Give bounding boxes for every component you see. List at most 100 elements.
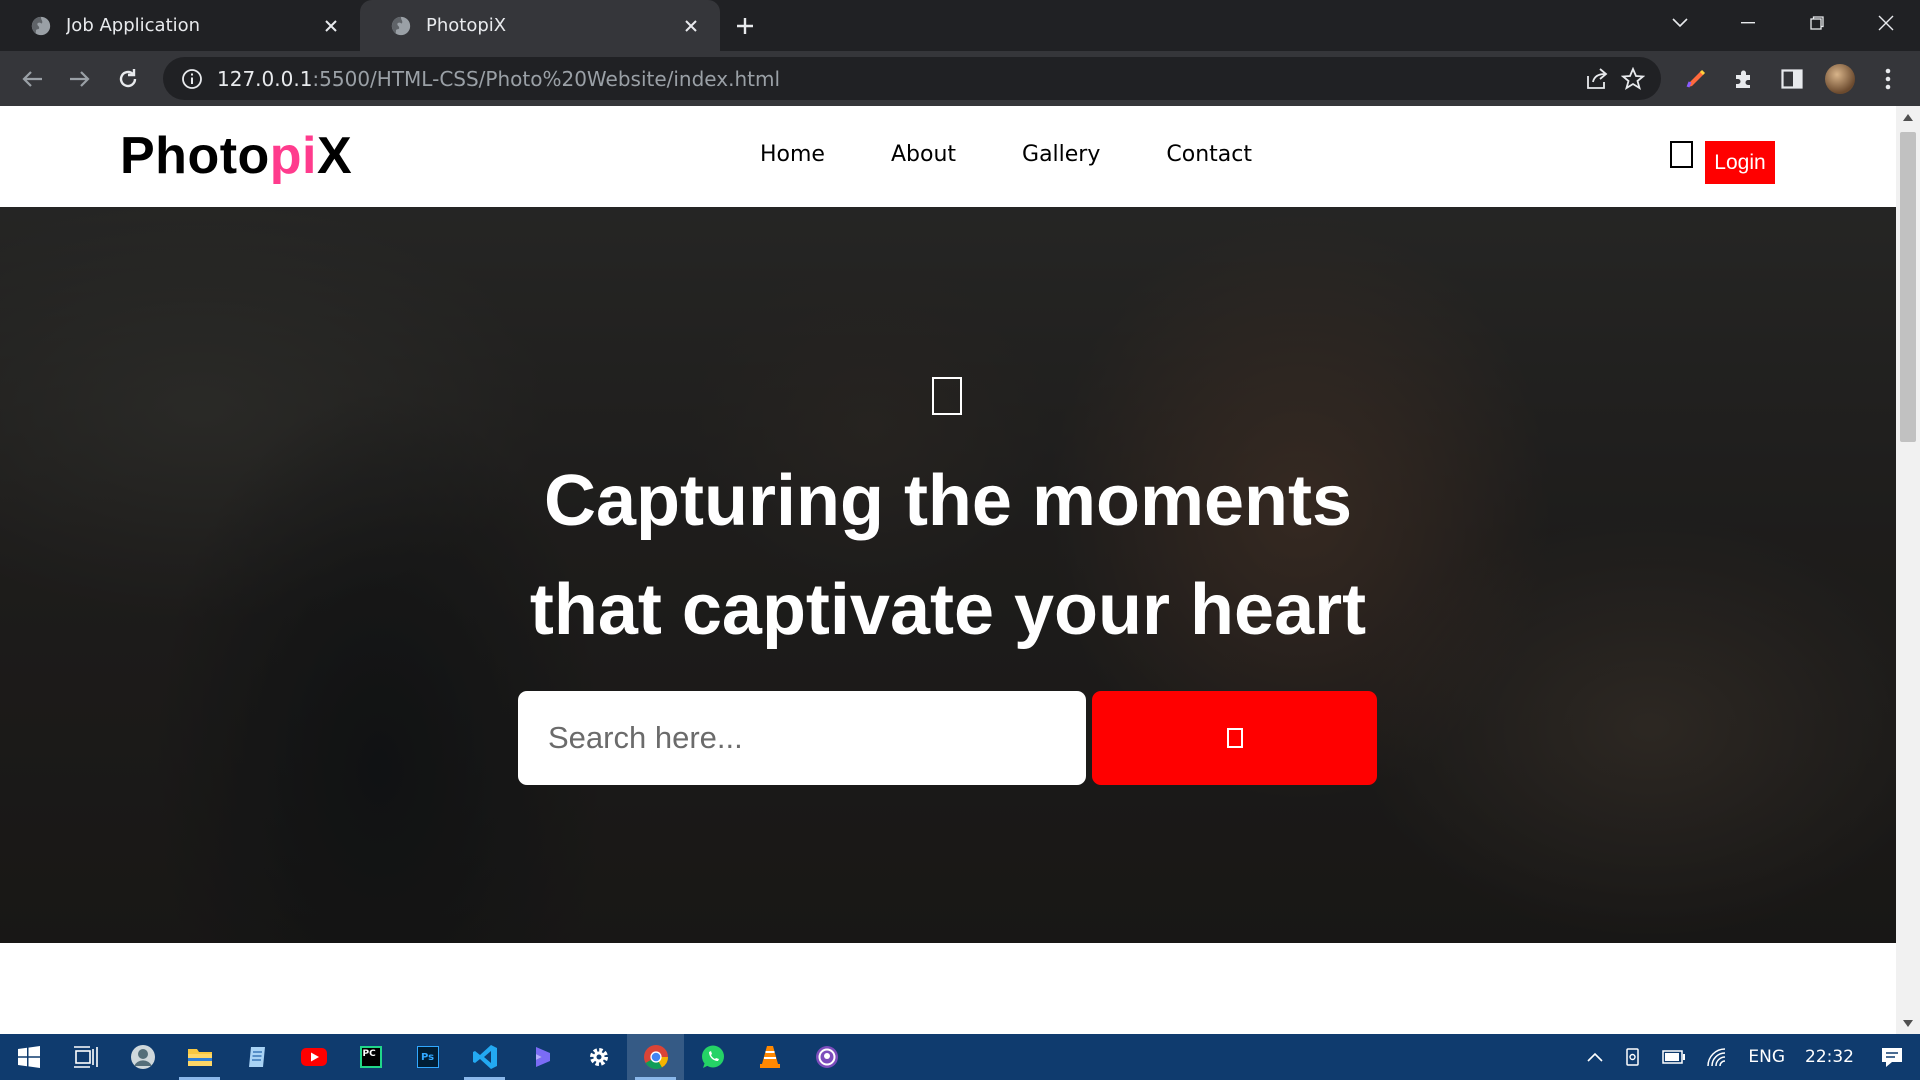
globe-icon: [31, 16, 51, 35]
search-input[interactable]: [518, 691, 1086, 785]
language-indicator[interactable]: ENG: [1738, 1034, 1795, 1080]
browser-tab-job-application[interactable]: Job Application: [0, 0, 360, 51]
battery-status[interactable]: [1652, 1034, 1696, 1080]
camera-tray-icon: [1626, 1048, 1640, 1066]
taskbar-github-desktop[interactable]: [798, 1034, 855, 1080]
new-tab-button[interactable]: [720, 0, 770, 51]
logo-end-text: X: [317, 127, 353, 185]
search-button[interactable]: [1092, 691, 1377, 785]
forward-button[interactable]: [56, 55, 104, 103]
network-status[interactable]: [1696, 1034, 1738, 1080]
share-icon[interactable]: [1585, 67, 1609, 90]
globe-icon: [391, 16, 411, 35]
vlc-cone-icon: [759, 1046, 780, 1068]
address-bar[interactable]: 127.0.0.1:5500/HTML-CSS/Photo%20Website/…: [163, 57, 1661, 100]
taskbar-vlc[interactable]: [741, 1034, 798, 1080]
gear-icon: [589, 1048, 608, 1066]
hero-title-line-1: Capturing the moments: [543, 461, 1353, 541]
logo-text: Photo: [120, 127, 270, 185]
taskbar-user-app[interactable]: [114, 1034, 171, 1080]
notifications-button[interactable]: [1864, 1034, 1920, 1080]
minimize-icon: [1740, 21, 1755, 23]
scrollbar-thumb[interactable]: [1900, 132, 1916, 442]
nav-contact-link[interactable]: Contact: [1166, 142, 1252, 167]
profile-button[interactable]: [1816, 55, 1864, 103]
task-view-button[interactable]: [57, 1034, 114, 1080]
kebab-menu-icon: [1885, 68, 1891, 89]
close-window-button[interactable]: [1851, 0, 1920, 45]
tab-title: PhotopiX: [426, 15, 507, 36]
page-scrollbar[interactable]: [1896, 106, 1920, 1034]
hero-title: Capturing the moments that captivate you…: [448, 447, 1448, 665]
whatsapp-icon: [701, 1045, 724, 1068]
toolbar-right: [1672, 51, 1920, 106]
scroll-down-arrow[interactable]: [1896, 1012, 1920, 1034]
start-button[interactable]: [0, 1034, 57, 1080]
taskbar-file-explorer[interactable]: [171, 1034, 228, 1080]
youtube-icon: [300, 1048, 327, 1066]
taskbar-youtube[interactable]: [285, 1034, 342, 1080]
nav-home-link[interactable]: Home: [760, 142, 825, 167]
browser-toolbar: 127.0.0.1:5500/HTML-CSS/Photo%20Website/…: [0, 51, 1920, 106]
puzzle-icon: [1736, 70, 1750, 88]
task-view-icon: [73, 1046, 98, 1068]
close-icon: [1878, 15, 1893, 30]
notepad-icon: [248, 1047, 265, 1067]
battery-icon: [1662, 1050, 1686, 1064]
vscode-icon: [472, 1045, 497, 1069]
taskbar-photoshop[interactable]: Ps: [399, 1034, 456, 1080]
missing-icon-glyph[interactable]: [1670, 141, 1693, 168]
photoshop-icon: Ps: [416, 1046, 439, 1068]
triangle-up-icon: [1903, 113, 1913, 121]
arrow-left-icon: [22, 70, 42, 87]
extensions-button[interactable]: [1720, 55, 1768, 103]
logo-accent-text: pi: [269, 127, 318, 185]
taskbar-notes-app[interactable]: [228, 1034, 285, 1080]
scroll-up-arrow[interactable]: [1896, 106, 1920, 128]
nav-gallery-link[interactable]: Gallery: [1022, 142, 1100, 167]
folder-icon: [187, 1049, 212, 1066]
pen-icon: [1686, 69, 1706, 88]
color-picker-extension-button[interactable]: [1672, 55, 1720, 103]
chevron-down-icon: [1672, 18, 1688, 28]
minimize-button[interactable]: [1713, 0, 1782, 45]
bookmark-star-icon[interactable]: [1621, 66, 1645, 91]
meet-now-button[interactable]: [1614, 1034, 1652, 1080]
wifi-icon: [1707, 1048, 1726, 1067]
nav-about-link[interactable]: About: [891, 142, 956, 167]
reload-button[interactable]: [104, 55, 152, 103]
taskbar-chrome[interactable]: [627, 1034, 684, 1080]
main-nav: Home About Gallery Contact: [760, 142, 1318, 167]
tab-title: Job Application: [66, 15, 201, 36]
windows-logo-icon: [17, 1046, 40, 1068]
site-logo[interactable]: PhotopiX: [120, 126, 352, 186]
notification-icon: [1882, 1048, 1902, 1067]
show-hidden-icons-button[interactable]: [1576, 1034, 1614, 1080]
taskbar-settings[interactable]: [570, 1034, 627, 1080]
taskbar-power-automate[interactable]: [513, 1034, 570, 1080]
github-icon: [815, 1046, 838, 1068]
restore-button[interactable]: [1782, 0, 1851, 45]
url-text: 127.0.0.1:5500/HTML-CSS/Photo%20Website/…: [217, 67, 1585, 91]
camera-icon-placeholder: [932, 377, 962, 415]
site-info-icon[interactable]: [177, 64, 207, 94]
back-button[interactable]: [8, 55, 56, 103]
browser-tab-photopix[interactable]: PhotopiX: [360, 0, 720, 51]
pycharm-icon: PC: [359, 1046, 382, 1068]
tab-search-button[interactable]: [1660, 8, 1700, 38]
chrome-icon: [643, 1045, 668, 1070]
side-panel-button[interactable]: [1768, 55, 1816, 103]
taskbar-whatsapp[interactable]: [684, 1034, 741, 1080]
browser-menu-button[interactable]: [1864, 55, 1912, 103]
close-tab-icon[interactable]: [318, 13, 344, 39]
taskbar-pycharm[interactable]: PC: [342, 1034, 399, 1080]
close-tab-icon[interactable]: [678, 13, 704, 39]
restore-icon: [1809, 15, 1824, 30]
clock[interactable]: 22:32: [1795, 1034, 1864, 1080]
taskbar-vscode[interactable]: [456, 1034, 513, 1080]
user-icon: [130, 1045, 155, 1069]
login-button[interactable]: Login: [1705, 141, 1775, 184]
hero-title-line-2: that captivate your heart: [529, 570, 1367, 650]
page-viewport: PhotopiX Home About Gallery Contact Logi…: [0, 106, 1896, 1034]
reload-icon: [119, 68, 137, 87]
